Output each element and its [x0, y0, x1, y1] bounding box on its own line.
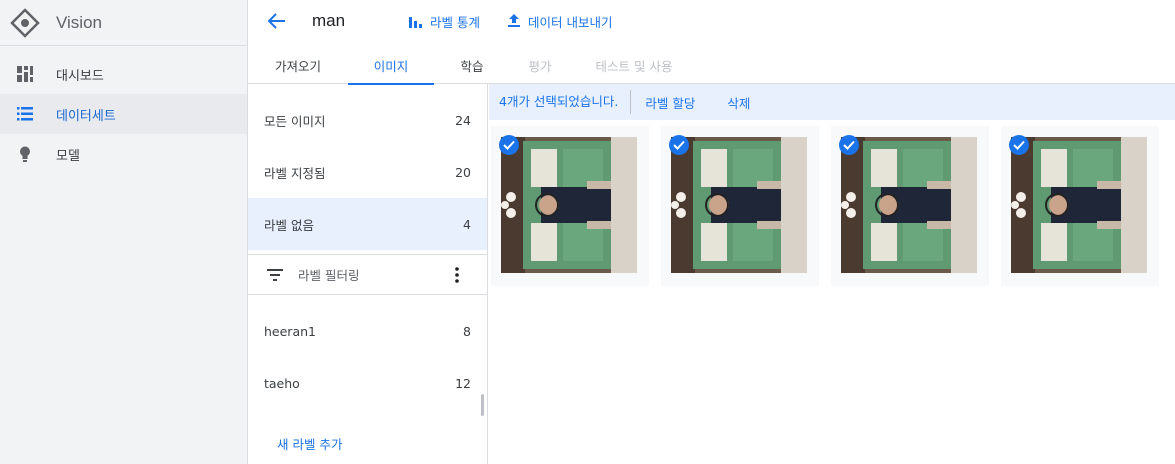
- filter-labeled[interactable]: 라벨 지정됨 20: [248, 146, 487, 198]
- filter-count: 4: [463, 216, 471, 232]
- filter-icon: [266, 266, 284, 284]
- label-item-heeran1[interactable]: heeran1 8: [248, 305, 487, 357]
- selection-count: 4개가 선택되었습니다.: [499, 90, 632, 114]
- nav-item-label: 모델: [56, 148, 80, 164]
- image-panel: 4개가 선택되었습니다. 라벨 할당 삭제: [489, 84, 1175, 464]
- dashboard-icon: [16, 65, 34, 83]
- image-card[interactable]: [491, 126, 649, 286]
- tab-bar: 가져오기 이미지 학습 평가 테스트 및 사용: [248, 46, 1175, 85]
- label-name: heeran1: [264, 323, 316, 339]
- label-name: taeho: [264, 375, 300, 391]
- checkmark-icon[interactable]: [499, 135, 519, 155]
- list-icon: [16, 105, 34, 123]
- image-thumbnail: [1011, 137, 1147, 273]
- image-thumbnail: [501, 137, 637, 273]
- checkmark-icon[interactable]: [839, 135, 859, 155]
- image-card[interactable]: [1001, 126, 1159, 286]
- app-root: Vision 대시보드 데이터세트 모델 man 라벨 통계 데이터 내보내기 …: [0, 0, 1175, 464]
- bar-chart-icon: [408, 13, 424, 29]
- label-filter-text[interactable]: 라벨 필터링: [298, 265, 449, 284]
- image-thumbnail: [841, 137, 977, 273]
- tab-import[interactable]: 가져오기: [248, 46, 348, 84]
- filter-count: 24: [455, 112, 471, 128]
- nav-item-dashboard[interactable]: 대시보드: [0, 54, 247, 94]
- delete-button[interactable]: 삭제: [727, 93, 750, 112]
- filter-label: 라벨 지정됨: [264, 165, 326, 181]
- export-data-button[interactable]: 데이터 내보내기: [506, 12, 612, 31]
- nav-item-label: 데이터세트: [56, 108, 116, 124]
- app-name: Vision: [56, 12, 102, 32]
- filter-label: 모든 이미지: [264, 113, 326, 129]
- filter-label: 라벨 없음: [264, 217, 314, 233]
- lightbulb-icon: [16, 145, 34, 163]
- tab-train[interactable]: 학습: [434, 46, 510, 84]
- label-stats-label: 라벨 통계: [430, 14, 480, 30]
- image-card[interactable]: [661, 126, 819, 286]
- tab-test-and-use[interactable]: 테스트 및 사용: [570, 46, 698, 84]
- top-bar: man 라벨 통계 데이터 내보내기: [248, 0, 1175, 42]
- filter-unlabeled[interactable]: 라벨 없음 4: [248, 198, 487, 250]
- back-arrow-icon[interactable]: [264, 8, 290, 34]
- image-card[interactable]: [831, 126, 989, 286]
- tab-images[interactable]: 이미지: [348, 46, 434, 85]
- label-stats-button[interactable]: 라벨 통계: [408, 12, 480, 31]
- nav-item-datasets[interactable]: 데이터세트: [0, 94, 247, 134]
- checkmark-icon[interactable]: [669, 135, 689, 155]
- label-item-taeho[interactable]: taeho 12: [248, 357, 487, 409]
- label-filter-bar: 라벨 필터링: [248, 255, 487, 295]
- filter-all-images[interactable]: 모든 이미지 24: [248, 94, 487, 146]
- selection-bar: 4개가 선택되었습니다. 라벨 할당 삭제: [489, 84, 1175, 120]
- left-navigation: Vision 대시보드 데이터세트 모델: [0, 0, 248, 464]
- filter-panel: 모든 이미지 24 라벨 지정됨 20 라벨 없음 4 라벨 필터링 heera…: [248, 84, 488, 464]
- nav-item-models[interactable]: 모델: [0, 134, 247, 174]
- nav-item-label: 대시보드: [56, 68, 104, 84]
- nav-list: 대시보드 데이터세트 모델: [0, 46, 247, 174]
- dataset-title: man: [312, 11, 346, 30]
- assign-label-button[interactable]: 라벨 할당: [645, 93, 695, 112]
- tab-evaluate[interactable]: 평가: [510, 46, 570, 84]
- export-data-label: 데이터 내보내기: [527, 14, 613, 30]
- image-thumbnail: [671, 137, 807, 273]
- scrollbar-thumb[interactable]: [481, 394, 484, 416]
- label-count: 8: [463, 323, 471, 339]
- checkmark-icon[interactable]: [1009, 135, 1029, 155]
- more-vert-icon[interactable]: [449, 266, 465, 284]
- image-grid: [489, 120, 1175, 286]
- vision-logo-icon: [10, 7, 40, 38]
- filter-count: 20: [455, 164, 471, 180]
- brand: Vision: [0, 0, 247, 46]
- upload-icon: [506, 13, 522, 29]
- label-count: 12: [455, 375, 471, 391]
- add-label-button[interactable]: 새 라벨 추가: [277, 434, 342, 453]
